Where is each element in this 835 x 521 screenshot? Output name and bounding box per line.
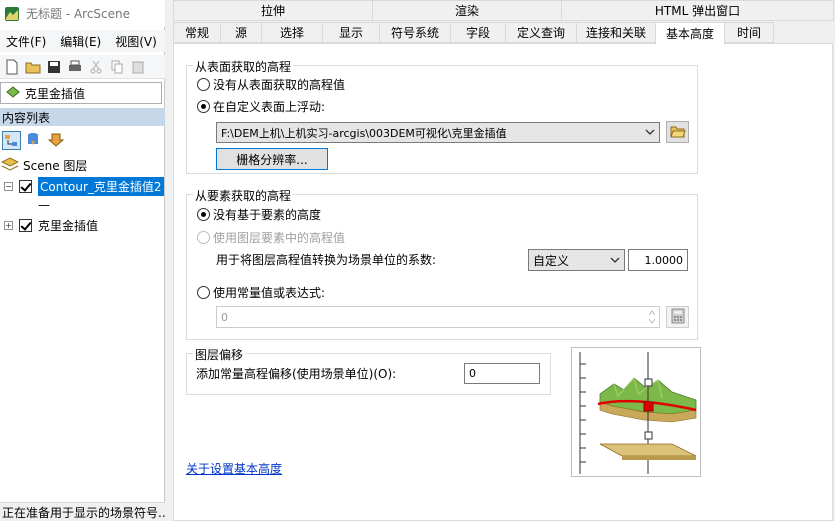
layer-elevation-radio: [197, 231, 210, 244]
surface-group-title: 从表面获取的高程: [193, 58, 294, 75]
print-icon[interactable]: [67, 59, 83, 75]
browse-surface-button[interactable]: [666, 121, 689, 143]
menu-bar: 文件(F) 编辑(E) 视图(V): [0, 30, 165, 52]
conversion-factor-label-row: 用于将图层高程值转换为场景单位的系数:: [216, 251, 436, 268]
float-surface-label: 在自定义表面上浮动:: [213, 100, 326, 114]
offset-value: 0: [469, 367, 476, 380]
tree-root-label: Scene 图层: [23, 158, 88, 173]
conversion-factor-label: 用于将图层高程值转换为场景单位的系数:: [216, 253, 437, 267]
spinner-icon: [648, 309, 656, 328]
tree-layer-label[interactable]: 克里金插值: [38, 217, 98, 234]
line-symbol-icon: —: [38, 198, 50, 212]
tab-source[interactable]: 源: [220, 22, 262, 43]
arcscene-window: 无标题 - ArcScene 文件(F) 编辑(E) 视图(V) 克里金插值 内…: [0, 0, 165, 521]
menu-file[interactable]: 文件(F): [6, 33, 46, 50]
tree-root[interactable]: Scene 图层: [0, 156, 88, 174]
base-height-illustration: [571, 347, 701, 477]
layer-properties-dialog: 拉伸 渲染 HTML 弹出窗口 常规 源 选择 显示 符号系统 字段 定义查询 …: [170, 0, 835, 521]
menu-edit[interactable]: 编辑(E): [60, 33, 101, 50]
layer-elevation-label: 使用图层要素中的高程值: [213, 231, 346, 245]
no-surface-label: 没有从表面获取的高程值: [213, 78, 346, 92]
tab-fields[interactable]: 字段: [450, 22, 506, 43]
calculator-icon: [671, 308, 685, 327]
arcscene-app-icon: [4, 6, 20, 22]
list-by-visibility-icon[interactable]: [47, 131, 67, 150]
no-feature-height-option[interactable]: 没有基于要素的高度: [197, 206, 321, 223]
conversion-unit-combo[interactable]: 自定义: [528, 249, 625, 271]
list-by-source-icon[interactable]: [25, 131, 44, 150]
constant-expression-radio[interactable]: [197, 286, 210, 299]
standard-toolbar: [0, 55, 165, 79]
about-base-heights-link[interactable]: 关于设置基本高度: [186, 460, 282, 477]
constant-expression-value: 0: [221, 310, 228, 324]
tree-layer-legend: —: [38, 196, 50, 214]
raster-resolution-button[interactable]: 栅格分辨率...: [216, 148, 328, 170]
status-text: 正在准备用于显示的场景符号...: [2, 505, 165, 520]
toc-title: 内容列表: [2, 110, 51, 125]
tab-row-top: 拉伸 渲染 HTML 弹出窗口: [173, 0, 835, 22]
save-icon[interactable]: [46, 59, 62, 75]
window-title: 无标题 - ArcScene: [26, 7, 131, 21]
status-bar: 正在准备用于显示的场景符号...: [0, 502, 165, 521]
menu-view[interactable]: 视图(V): [115, 33, 157, 50]
surface-path-value: F:\DEM上机\上机实习-arcgis\003DEM可视化\克里金插值: [221, 126, 507, 140]
scene-layers-icon: [0, 156, 20, 174]
layer-combo[interactable]: 克里金插值: [0, 82, 162, 104]
tab-symbology[interactable]: 符号系统: [379, 22, 451, 43]
float-surface-option[interactable]: 在自定义表面上浮动:: [197, 98, 325, 115]
tab-extrusion[interactable]: 拉伸: [173, 0, 373, 21]
tree-layer-contour[interactable]: − Contour_克里金插值2: [4, 176, 164, 196]
constant-expression-label: 使用常量值或表达式:: [213, 286, 326, 300]
base-heights-page: 从表面获取的高程 没有从表面获取的高程值 在自定义表面上浮动: F:\DEM上机…: [173, 43, 833, 521]
expression-builder-button: [666, 306, 689, 328]
new-document-icon[interactable]: [4, 59, 20, 75]
conversion-unit-value: 自定义: [533, 253, 570, 268]
tree-layer-label[interactable]: Contour_克里金插值2: [38, 176, 164, 196]
constant-expression-option[interactable]: 使用常量值或表达式:: [197, 284, 325, 301]
tab-joins-relates[interactable]: 连接和关联: [576, 22, 656, 43]
tab-html-popup[interactable]: HTML 弹出窗口: [561, 0, 834, 21]
offset-input[interactable]: 0: [464, 363, 540, 384]
no-surface-option[interactable]: 没有从表面获取的高程值: [197, 76, 345, 93]
no-surface-radio[interactable]: [197, 78, 210, 91]
offset-label-row: 添加常量高程偏移(使用场景单位)(O):: [196, 365, 396, 382]
toc-toolbar: [0, 128, 165, 152]
tab-general[interactable]: 常规: [173, 22, 221, 43]
feature-group-title: 从要素获取的高程: [193, 187, 294, 204]
layer-icon: [5, 84, 21, 103]
tree-layer-kriging[interactable]: + 克里金插值: [4, 216, 98, 234]
open-folder-icon[interactable]: [25, 59, 41, 75]
layer-visibility-checkbox[interactable]: [19, 218, 32, 232]
conversion-factor-input[interactable]: 1.0000: [628, 249, 688, 271]
layer-visibility-checkbox[interactable]: [19, 179, 32, 193]
toc-header: 内容列表: [0, 108, 165, 126]
tab-base-heights[interactable]: 基本高度: [655, 22, 725, 45]
tab-selection[interactable]: 选择: [261, 22, 323, 43]
paste-icon[interactable]: [130, 59, 146, 75]
no-feature-height-radio[interactable]: [197, 208, 210, 221]
copy-icon[interactable]: [109, 59, 125, 75]
chevron-down-icon[interactable]: [644, 126, 656, 138]
float-surface-radio[interactable]: [197, 100, 210, 113]
folder-open-icon: [669, 124, 686, 141]
title-bar: 无标题 - ArcScene: [0, 0, 165, 27]
offset-label: 添加常量高程偏移(使用场景单位)(O):: [196, 367, 397, 381]
no-feature-height-label: 没有基于要素的高度: [213, 208, 322, 222]
surface-path-combo[interactable]: F:\DEM上机\上机实习-arcgis\003DEM可视化\克里金插值: [216, 122, 660, 143]
expand-icon[interactable]: +: [4, 220, 13, 230]
layer-elevation-option: 使用图层要素中的高程值: [197, 229, 345, 246]
tab-time[interactable]: 时间: [724, 22, 774, 43]
list-by-drawing-order-icon[interactable]: [2, 130, 21, 150]
tab-row-bottom: 常规 源 选择 显示 符号系统 字段 定义查询 连接和关联 基本高度 时间: [173, 22, 835, 45]
tab-display[interactable]: 显示: [322, 22, 380, 43]
collapse-icon[interactable]: −: [4, 181, 13, 191]
layer-combo-value: 克里金插值: [25, 86, 86, 101]
conversion-factor-value: 1.0000: [644, 253, 684, 267]
tab-rendering[interactable]: 渲染: [372, 0, 562, 21]
offset-group-title: 图层偏移: [193, 346, 246, 363]
chevron-down-icon[interactable]: [609, 254, 621, 266]
constant-expression-input: 0: [216, 306, 660, 328]
cut-icon[interactable]: [88, 59, 104, 75]
tab-definition-query[interactable]: 定义查询: [505, 22, 577, 43]
